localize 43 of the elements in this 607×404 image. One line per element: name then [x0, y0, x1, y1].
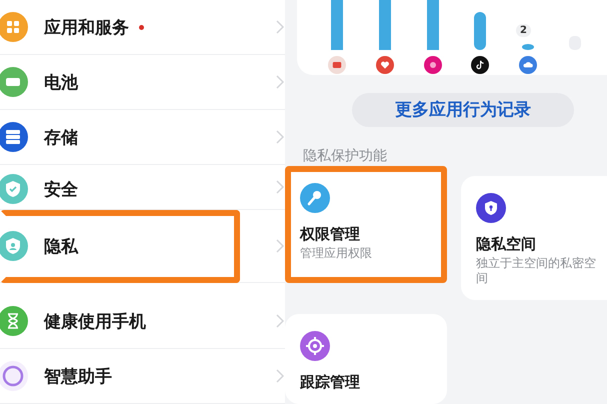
- feature-card[interactable]: 隐私空间 独立于主空间的私密空间: [461, 176, 607, 300]
- app-icon: [328, 56, 346, 74]
- settings-label: 智慧助手: [44, 366, 112, 388]
- shield-icon: [0, 174, 28, 204]
- feature-subtitle: 独立于主空间的私密空间: [476, 256, 597, 286]
- grid-icon: [0, 12, 28, 42]
- ring-icon: [0, 361, 28, 391]
- settings-item[interactable]: 隐私: [0, 210, 285, 283]
- chevron-icon: [276, 239, 284, 253]
- bar: [331, 0, 343, 50]
- key-icon: [300, 183, 330, 213]
- feature-card[interactable]: 跟踪管理: [285, 314, 447, 404]
- settings-label: 存储: [44, 126, 78, 148]
- app-icon: [424, 56, 442, 74]
- battery-icon: [0, 67, 28, 97]
- feature-title: 跟踪管理: [300, 373, 361, 392]
- more-records-button[interactable]: 更多应用行为记录: [352, 92, 574, 127]
- shield-icon: [0, 231, 28, 261]
- feature-subtitle: 管理应用权限: [300, 246, 373, 261]
- chevron-icon: [276, 369, 284, 383]
- settings-label: 安全: [44, 178, 78, 200]
- bar: [522, 44, 534, 50]
- bar: [474, 12, 486, 50]
- bar: [427, 0, 439, 50]
- feature-card[interactable]: 权限管理 管理应用权限: [285, 166, 447, 283]
- settings-label: 应用和服务: [44, 16, 129, 38]
- chevron-icon: [276, 180, 284, 194]
- section-title: 隐私保护功能: [303, 147, 388, 165]
- chevron-icon: [276, 20, 284, 34]
- settings-label: 健康使用手机: [44, 310, 146, 332]
- chevron-icon: [276, 130, 284, 144]
- settings-label: 电池: [44, 72, 78, 94]
- shield-icon: [476, 193, 506, 223]
- feature-title: 隐私空间: [476, 235, 537, 254]
- settings-label: 隐私: [44, 236, 78, 258]
- bar-value-label: 2: [516, 24, 531, 37]
- target-icon: [300, 331, 330, 361]
- bar: [379, 0, 391, 50]
- storage-icon: [0, 122, 28, 152]
- hourglass-icon: [0, 306, 28, 336]
- chevron-icon: [276, 75, 284, 89]
- feature-title: 权限管理: [300, 225, 361, 244]
- chevron-icon: [276, 314, 284, 328]
